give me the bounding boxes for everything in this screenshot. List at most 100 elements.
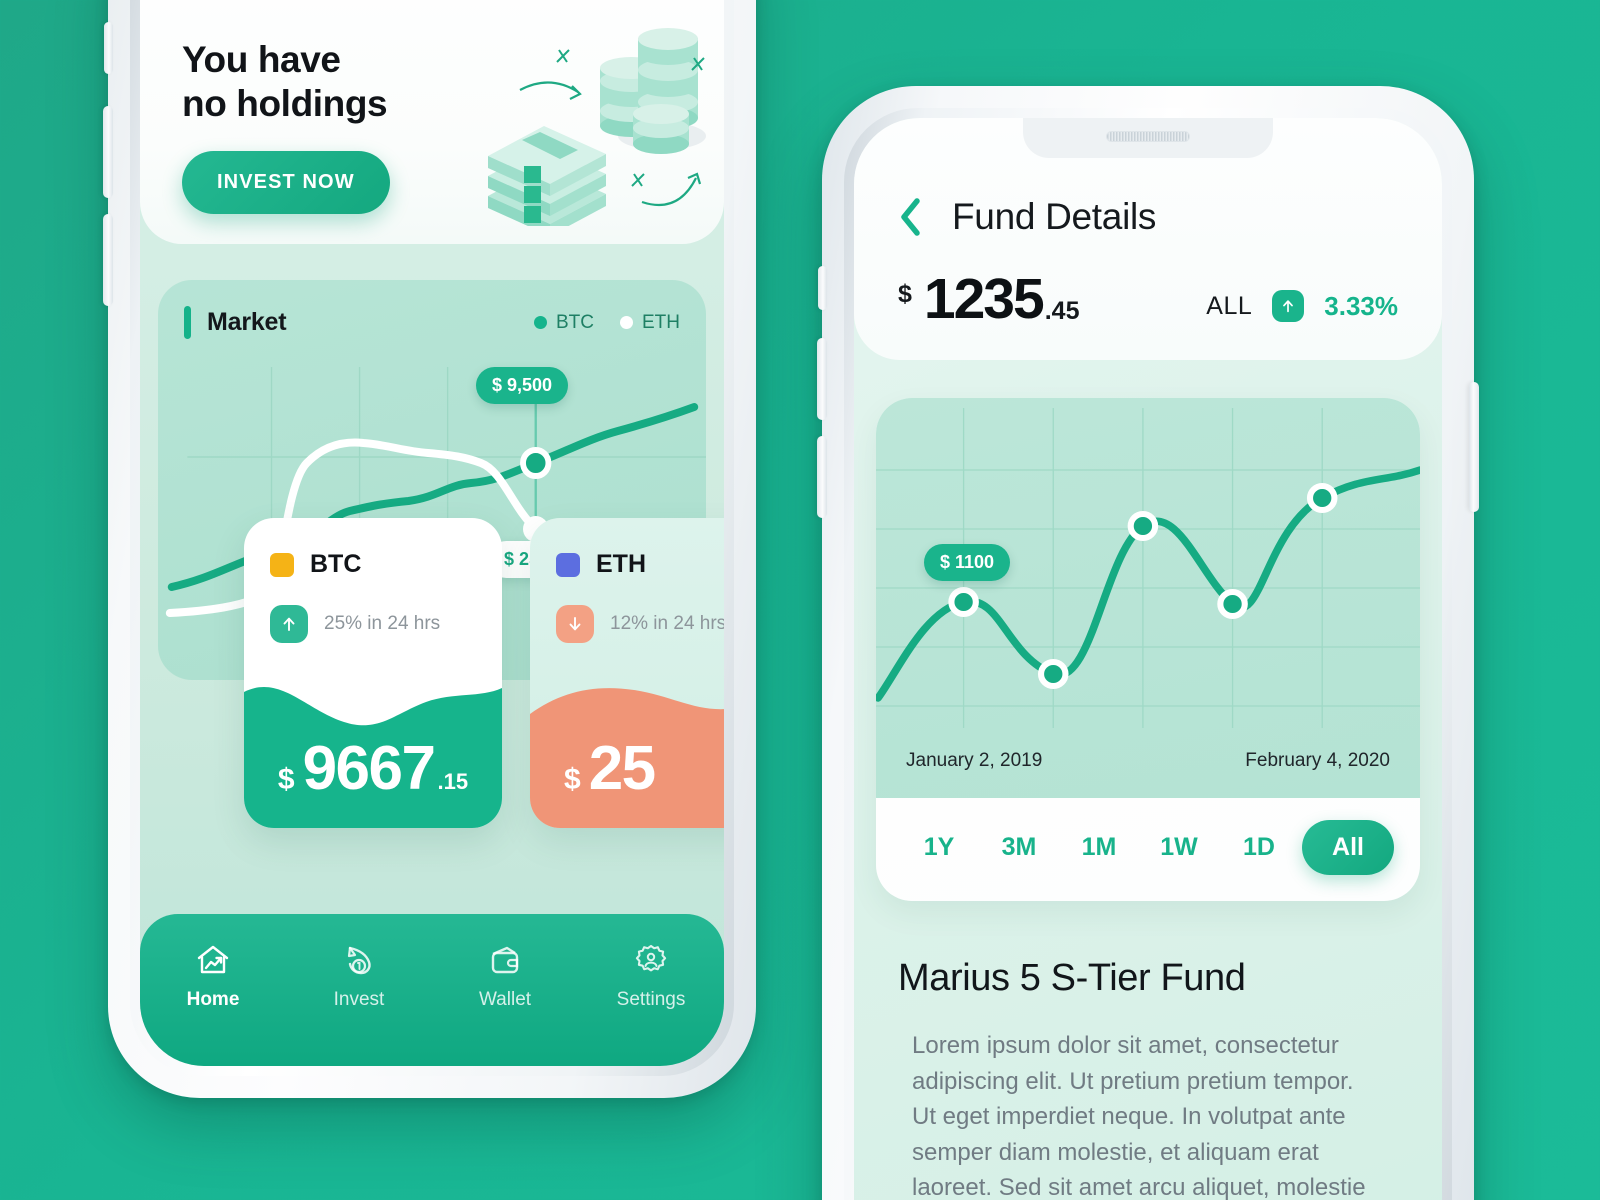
chart-date-range: January 2, 2019 February 4, 2020 — [876, 750, 1420, 772]
coin-change-eth: 12% in 24 hrs — [530, 579, 724, 643]
phone-left-bezel: You have no holdings INVEST NOW Market B… — [130, 0, 734, 1076]
coin-change-text-eth: 12% in 24 hrs — [610, 613, 724, 634]
fund-marker-3 — [1127, 511, 1159, 542]
chart-date-start: January 2, 2019 — [906, 750, 1043, 772]
coin-change-text-btc: 25% in 24 hrs — [324, 613, 441, 634]
arrow-up-icon — [1272, 290, 1305, 323]
range-button-all[interactable]: All — [1302, 820, 1394, 876]
hand-coin-icon — [347, 946, 371, 975]
arrow-down-icon — [556, 605, 594, 643]
currency-symbol: $ — [564, 763, 581, 796]
range-label: ALL — [1206, 291, 1253, 320]
btc-marker — [520, 447, 552, 479]
tab-invest[interactable]: Invest — [286, 940, 432, 1011]
coin-price-btc: $ 9667 .15 — [244, 733, 502, 804]
gear-user-icon — [635, 944, 667, 972]
coin-card-eth[interactable]: ETH 12% in 24 hrs $ 25 — [530, 518, 724, 828]
mute-switch[interactable] — [104, 22, 113, 74]
range-button-3m[interactable]: 3M — [982, 833, 1056, 862]
volume-up-button[interactable] — [817, 338, 827, 420]
coin-symbol-btc: BTC — [310, 550, 362, 578]
coin-amount-btc: 9667 — [302, 734, 436, 803]
wallet-icon — [491, 946, 519, 974]
currency-symbol: $ — [277, 763, 295, 796]
legend-item-eth[interactable]: ETH — [620, 312, 680, 334]
phone-left-device: You have no holdings INVEST NOW Market B… — [103, 0, 756, 1098]
phone-left-screen: You have no holdings INVEST NOW Market B… — [140, 0, 724, 1066]
fund-line — [876, 466, 1420, 702]
fund-chart-svg — [876, 408, 1420, 729]
fund-amount-decimals: .45 — [1044, 297, 1080, 326]
hero-title-line2: no holdings — [182, 82, 388, 124]
btc-tooltip: $ 9,500 — [476, 367, 569, 404]
btc-color-swatch — [270, 552, 294, 577]
fund-value-row: $ 1235 .45 ALL 3.33% — [898, 267, 1398, 331]
coin-card-btc[interactable]: BTC 25% in 24 hrs $ 9667 .15 — [244, 518, 502, 828]
header-top-row: Fund Details — [898, 196, 1398, 238]
currency-symbol: $ — [898, 280, 912, 308]
coin-cards-row: BTC 25% in 24 hrs $ 9667 .15 ETH 12% in … — [244, 518, 724, 828]
fund-description-section: Marius 5 S-Tier Fund Lorem ipsum dolor s… — [854, 901, 1442, 1200]
time-range-selector: 1Y 3M 1M 1W 1D All — [876, 798, 1420, 901]
coin-amount-eth: 25 — [588, 734, 656, 803]
range-button-1m[interactable]: 1M — [1062, 833, 1136, 862]
change-percent: 3.33% — [1324, 290, 1398, 321]
legend-label-eth: ETH — [642, 311, 680, 333]
volume-up-button[interactable] — [103, 106, 113, 198]
market-title: Market — [207, 308, 287, 336]
hero-title-line1: You have — [182, 39, 341, 80]
device-notch — [1023, 118, 1273, 158]
coins-and-cash-illustration — [488, 28, 706, 226]
power-button[interactable] — [1469, 382, 1479, 512]
fund-chart[interactable]: $ 1100 January 2, 2019 February 4, 2020 — [876, 398, 1420, 799]
tab-wallet[interactable]: Wallet — [432, 940, 578, 1011]
fund-marker-5 — [1306, 483, 1338, 514]
arrow-up-icon — [270, 605, 308, 643]
tab-label-invest: Invest — [333, 989, 385, 1010]
coin-card-header: ETH — [530, 518, 724, 579]
fund-change-group: ALL 3.33% — [1206, 290, 1398, 326]
market-card-header: Market BTC ETH — [158, 306, 706, 339]
fund-marker-1 — [948, 587, 979, 618]
range-button-1d[interactable]: 1D — [1222, 833, 1296, 862]
coin-symbol-eth: ETH — [596, 550, 646, 578]
legend-dot-eth — [620, 316, 633, 329]
bottom-navigation: Home Invest Wallet Settings — [140, 914, 724, 1066]
phone-right-bezel: Fund Details $ 1235 .45 ALL 3.33% $ 1100… — [844, 108, 1452, 1200]
coin-decimals-btc: .15 — [437, 769, 469, 794]
coin-change-btc: 25% in 24 hrs — [244, 579, 502, 643]
phone-right-device: Fund Details $ 1235 .45 ALL 3.33% $ 1100… — [817, 86, 1479, 1200]
coin-price-eth: $ 25 — [530, 733, 724, 804]
accent-bar — [184, 306, 191, 339]
chevron-left-icon[interactable] — [898, 196, 924, 238]
tab-label-wallet: Wallet — [478, 989, 532, 1010]
fund-chart-card: $ 1100 January 2, 2019 February 4, 2020 … — [876, 398, 1420, 902]
legend-label-btc: BTC — [556, 311, 594, 333]
chart-date-end: February 4, 2020 — [1245, 750, 1390, 772]
earpiece-speaker — [1106, 131, 1190, 142]
range-button-1w[interactable]: 1W — [1142, 833, 1216, 862]
phone-right-screen: Fund Details $ 1235 .45 ALL 3.33% $ 1100… — [854, 118, 1442, 1200]
eth-color-swatch — [556, 552, 580, 577]
tab-home[interactable]: Home — [140, 940, 286, 1011]
market-legend: BTC ETH — [534, 312, 680, 334]
fund-tooltip: $ 1100 — [924, 544, 1011, 582]
fund-marker-4 — [1217, 589, 1248, 620]
fund-name: Marius 5 S-Tier Fund — [898, 957, 1246, 1000]
volume-down-button[interactable] — [817, 436, 827, 518]
tab-settings[interactable]: Settings — [578, 940, 724, 1011]
fund-marker-2 — [1037, 659, 1069, 690]
page-title: Fund Details — [952, 196, 1157, 237]
legend-dot-btc — [534, 316, 547, 329]
legend-item-btc[interactable]: BTC — [534, 312, 594, 334]
holdings-hero-card: You have no holdings INVEST NOW — [140, 0, 724, 244]
volume-down-button[interactable] — [103, 214, 113, 306]
home-chart-icon — [197, 945, 229, 974]
tab-label-home: Home — [186, 989, 240, 1010]
invest-now-button[interactable]: INVEST NOW — [182, 151, 390, 215]
tab-label-settings: Settings — [616, 989, 686, 1010]
fund-amount: 1235 — [923, 267, 1045, 331]
range-button-1y[interactable]: 1Y — [902, 833, 976, 862]
mute-switch[interactable] — [818, 266, 827, 310]
coin-card-header: BTC — [244, 518, 502, 579]
